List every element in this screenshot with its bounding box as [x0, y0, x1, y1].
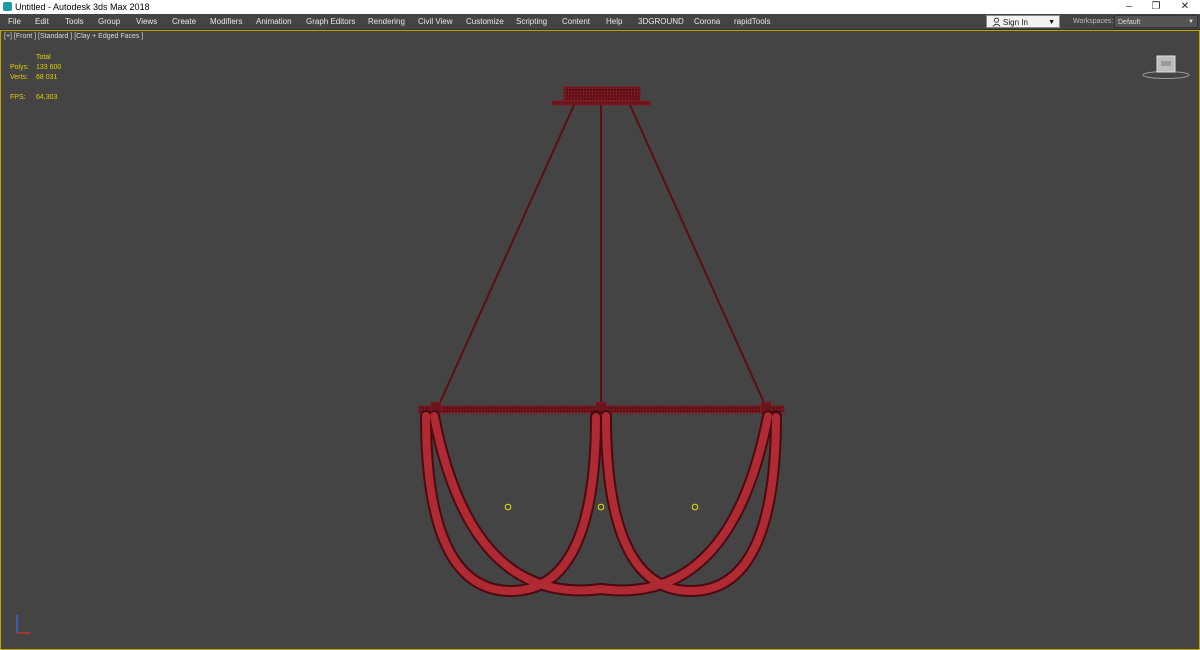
app-icon — [3, 2, 12, 11]
menu-content[interactable]: Content — [562, 14, 590, 29]
title-bar: Untitled - Autodesk 3ds Max 2018 – ❐ ✕ — [0, 0, 1200, 14]
workspace-select[interactable]: Default ▼ — [1114, 15, 1198, 28]
user-icon — [992, 17, 1001, 27]
menu-rapidtools[interactable]: rapidTools — [734, 14, 770, 29]
window-title: Untitled - Autodesk 3ds Max 2018 — [15, 2, 150, 12]
viewcube-icon[interactable] — [1141, 51, 1191, 81]
menu-rendering[interactable]: Rendering — [368, 14, 405, 29]
sign-in-label: Sign In — [1003, 18, 1028, 27]
menu-scripting[interactable]: Scripting — [516, 14, 547, 29]
sign-in-button[interactable]: Sign In ▼ — [986, 15, 1060, 28]
workspace-value: Default — [1118, 19, 1141, 26]
canopy — [551, 86, 651, 106]
menu-customize[interactable]: Customize — [466, 14, 504, 29]
menu-bar: File Edit Tools Group Views Create Modif… — [0, 14, 1200, 30]
menu-animation[interactable]: Animation — [256, 14, 292, 29]
workspaces-label: Workspaces: — [1073, 18, 1114, 25]
light-helpers — [504, 503, 699, 511]
chandelier-model[interactable] — [1, 31, 1199, 649]
menu-help[interactable]: Help — [606, 14, 622, 29]
menu-edit[interactable]: Edit — [35, 14, 49, 29]
viewport-front[interactable]: [+] [Front ] [Standard ] [Clay + Edged F… — [0, 30, 1200, 650]
menu-group[interactable]: Group — [98, 14, 120, 29]
minimize-button[interactable]: – — [1116, 0, 1142, 14]
menu-corona[interactable]: Corona — [694, 14, 720, 29]
chevron-down-icon: ▼ — [1188, 19, 1194, 25]
menu-views[interactable]: Views — [136, 14, 157, 29]
close-button[interactable]: ✕ — [1172, 0, 1198, 14]
menu-3dground[interactable]: 3DGROUND — [638, 14, 684, 29]
menu-modifiers[interactable]: Modifiers — [210, 14, 242, 29]
menu-create[interactable]: Create — [172, 14, 196, 29]
restore-button[interactable]: ❐ — [1143, 0, 1169, 14]
menu-tools[interactable]: Tools — [65, 14, 84, 29]
axis-tripod-icon — [16, 615, 31, 634]
suspension-cables — [437, 104, 767, 408]
menu-civil-view[interactable]: Civil View — [418, 14, 453, 29]
chevron-down-icon: ▼ — [1048, 19, 1055, 26]
menu-graph-editors[interactable]: Graph Editors — [306, 14, 355, 29]
arm-arcs — [420, 410, 782, 598]
menu-file[interactable]: File — [8, 14, 21, 29]
